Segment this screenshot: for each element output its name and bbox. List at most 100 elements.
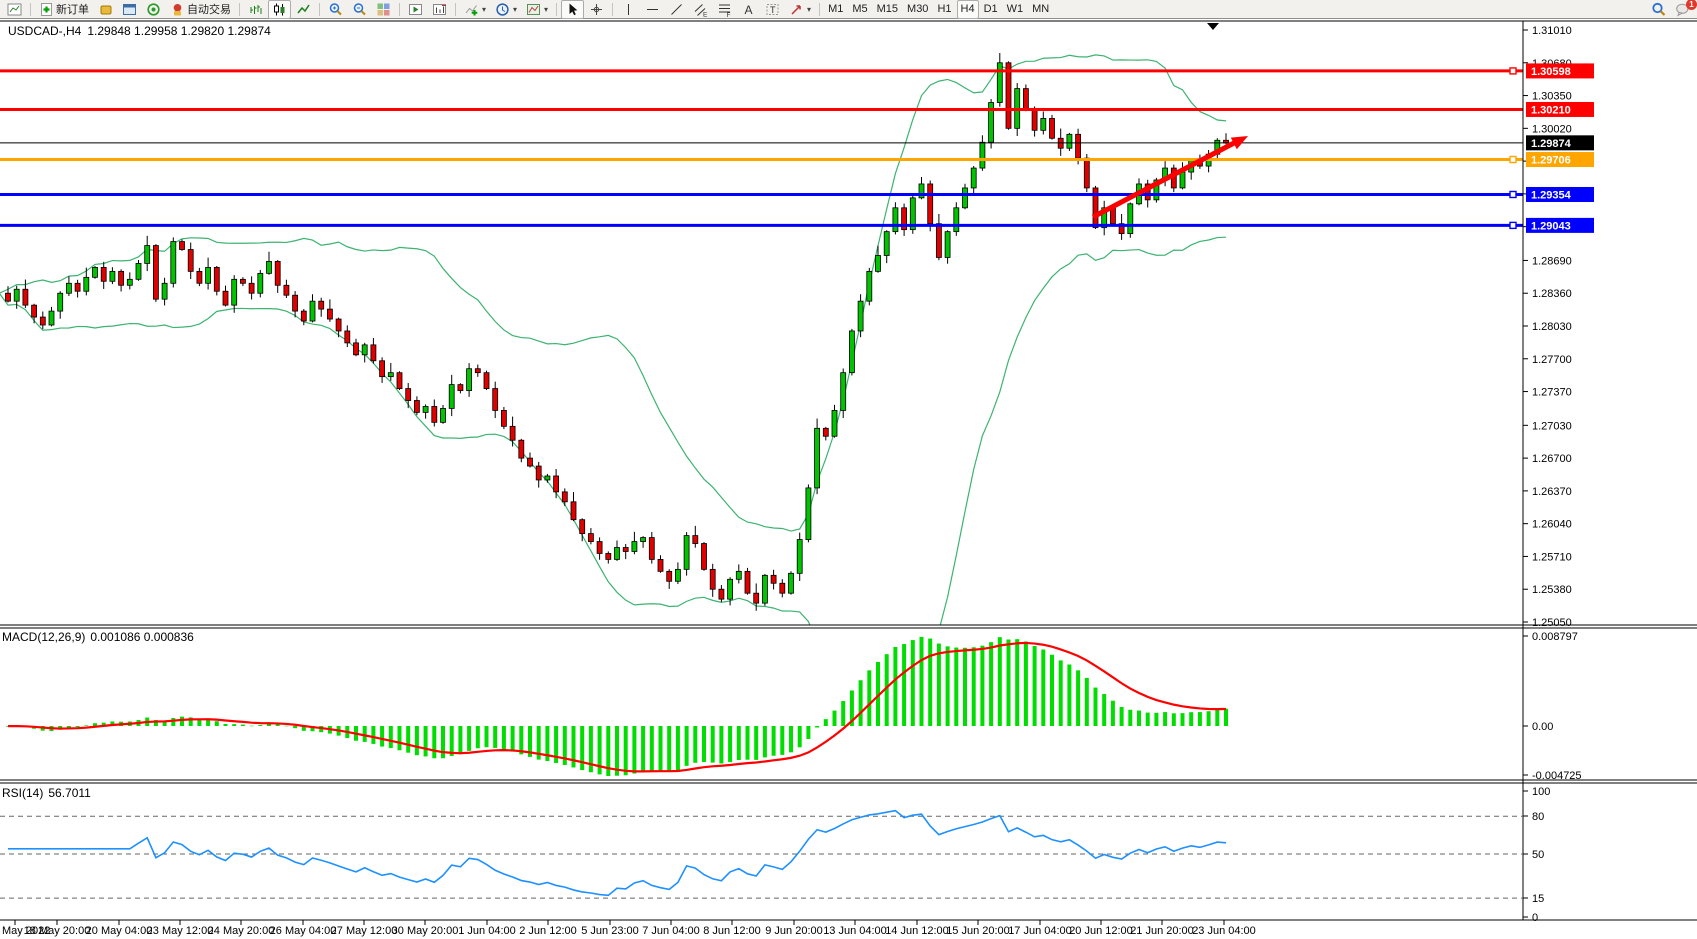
macd-name: MACD(12,26,9)	[2, 630, 85, 644]
line-chart-button[interactable]	[292, 0, 315, 19]
time-tick-label: 15 Jun 20:00	[946, 925, 1010, 937]
crosshair-button[interactable]	[585, 0, 608, 19]
vline-button[interactable]	[617, 0, 640, 19]
tf-d1-button[interactable]: D1	[980, 0, 1002, 19]
price-badge-label: 1.29043	[1531, 220, 1571, 232]
bar-chart-button[interactable]	[244, 0, 267, 19]
line-chart-icon	[296, 2, 311, 17]
price-tick-label: 1.31010	[1532, 25, 1572, 37]
time-tick-label: 17 Jun 04:00	[1008, 925, 1072, 937]
hline-handle[interactable]	[1510, 68, 1516, 74]
price-tick-label: 1.25050	[1532, 617, 1572, 629]
rsi-axis-label: 80	[1532, 811, 1544, 823]
search-icon	[1651, 2, 1666, 17]
zoom-in-button[interactable]	[324, 0, 347, 19]
time-tick-label: 23 May 12:00	[147, 925, 214, 937]
time-tick-label: 8 Jun 12:00	[703, 925, 761, 937]
tile-windows-button[interactable]	[372, 0, 395, 19]
tf-w1-button[interactable]: W1	[1003, 0, 1028, 19]
tf-m1-button-label: M1	[828, 3, 843, 15]
candle-chart-icon	[272, 2, 287, 17]
templates-button[interactable]: ▾	[522, 0, 552, 19]
price-badge-label: 1.29706	[1531, 155, 1571, 167]
time-tick-label: 20 May 04:00	[86, 925, 153, 937]
rsi-axis-label: 15	[1532, 893, 1544, 905]
text-button[interactable]: A	[737, 0, 760, 19]
auto-arrange-button[interactable]	[404, 0, 427, 19]
fibonacci-button[interactable]: F	[713, 0, 736, 19]
channel-button[interactable]: E	[689, 0, 712, 19]
toolbar: 新订单 自动交易 ▾ ▾ ▾ E F AT ▾ M1 M5 M15M30 H1 H4D1W1 MN 1	[0, 0, 1697, 19]
zoom-out-icon	[352, 2, 367, 17]
trendline-button[interactable]	[665, 0, 688, 19]
chart-shift-button[interactable]	[428, 0, 451, 19]
time-tick-label: 30 May 20:00	[392, 925, 459, 937]
chevron-down-icon: ▾	[513, 5, 517, 14]
auto-arrange-icon	[408, 2, 423, 17]
hline-handle[interactable]	[1510, 191, 1516, 197]
periods-button[interactable]: ▾	[491, 0, 521, 19]
indicators-button[interactable]: ▾	[460, 0, 490, 19]
vline-icon	[621, 2, 636, 17]
time-tick-label: 1 Jun 04:00	[458, 925, 516, 937]
macd-axis-label: 0.008797	[1532, 631, 1578, 643]
cursor-button[interactable]	[561, 0, 584, 19]
toolbar-separator	[455, 3, 456, 16]
time-tick-label: 23 Jun 04:00	[1192, 925, 1256, 937]
time-tick-label: 2 Jun 12:00	[519, 925, 577, 937]
tf-h1-button[interactable]: H1	[933, 0, 955, 19]
tf-m1-button[interactable]: M1	[824, 0, 847, 19]
tf-h4-button[interactable]: H4	[957, 0, 979, 19]
search-button[interactable]	[1647, 0, 1670, 19]
time-tick-label: 14 Jun 12:00	[885, 925, 949, 937]
toolbar-separator	[319, 3, 320, 16]
svg-text:A: A	[745, 3, 753, 17]
zoom-in-icon	[328, 2, 343, 17]
tile-windows-icon	[376, 2, 391, 17]
rsi-label: RSI(14)56.7011	[2, 786, 96, 800]
zoom-out-button[interactable]	[348, 0, 371, 19]
toolbar-separator	[239, 3, 240, 16]
price-tick-label: 1.30350	[1532, 91, 1572, 103]
time-tick-label: 20 Jun 12:00	[1069, 925, 1133, 937]
tf-m30-button[interactable]: M30	[903, 0, 932, 19]
tf-mn-button-label: MN	[1032, 3, 1049, 15]
tf-m5-button-label: M5	[852, 3, 867, 15]
rsi-value: 56.7011	[48, 786, 91, 800]
market-watch-button[interactable]	[94, 0, 117, 19]
navigator-button[interactable]	[142, 0, 165, 19]
crosshair-icon	[589, 2, 604, 17]
time-tick-label: 21 Jun 20:00	[1130, 925, 1194, 937]
autotrading-button[interactable]: 自动交易	[166, 0, 235, 19]
svg-text:F: F	[727, 12, 731, 17]
tf-h1-button-label: H1	[937, 3, 951, 15]
chart-shift-icon	[432, 2, 447, 17]
hline-button[interactable]	[641, 0, 664, 19]
arrows-button[interactable]: ▾	[785, 0, 815, 19]
notification-badge: 1	[1686, 0, 1697, 10]
price-tick-label: 1.27030	[1532, 420, 1572, 432]
text-icon: A	[741, 2, 756, 17]
rsi-axis-label: 100	[1532, 786, 1550, 798]
toolbar-separator	[399, 3, 400, 16]
price-tick-label: 1.26040	[1532, 519, 1572, 531]
autotrading-icon	[170, 2, 185, 17]
data-window-button[interactable]	[118, 0, 141, 19]
hline-handle[interactable]	[1510, 157, 1516, 163]
new-order-button[interactable]: 新订单	[35, 0, 93, 19]
label-button[interactable]: T	[761, 0, 784, 19]
tf-m5-button[interactable]: M5	[848, 0, 871, 19]
price-tick-label: 1.27700	[1532, 354, 1572, 366]
chart-window-icon[interactable]	[3, 0, 26, 19]
tf-m15-button[interactable]: M15	[873, 0, 902, 19]
notifications-button[interactable]: 1	[1671, 0, 1694, 19]
time-tick-label: 26 May 04:00	[270, 925, 337, 937]
price-tick-label: 1.30020	[1532, 123, 1572, 135]
candle-chart-button[interactable]	[268, 0, 291, 19]
label-icon: T	[765, 2, 780, 17]
price-tick-label: 1.26700	[1532, 453, 1572, 465]
hline-handle[interactable]	[1510, 222, 1516, 228]
tf-mn-button[interactable]: MN	[1028, 0, 1053, 19]
bar-chart-icon	[248, 2, 263, 17]
chevron-down-icon: ▾	[807, 5, 811, 14]
